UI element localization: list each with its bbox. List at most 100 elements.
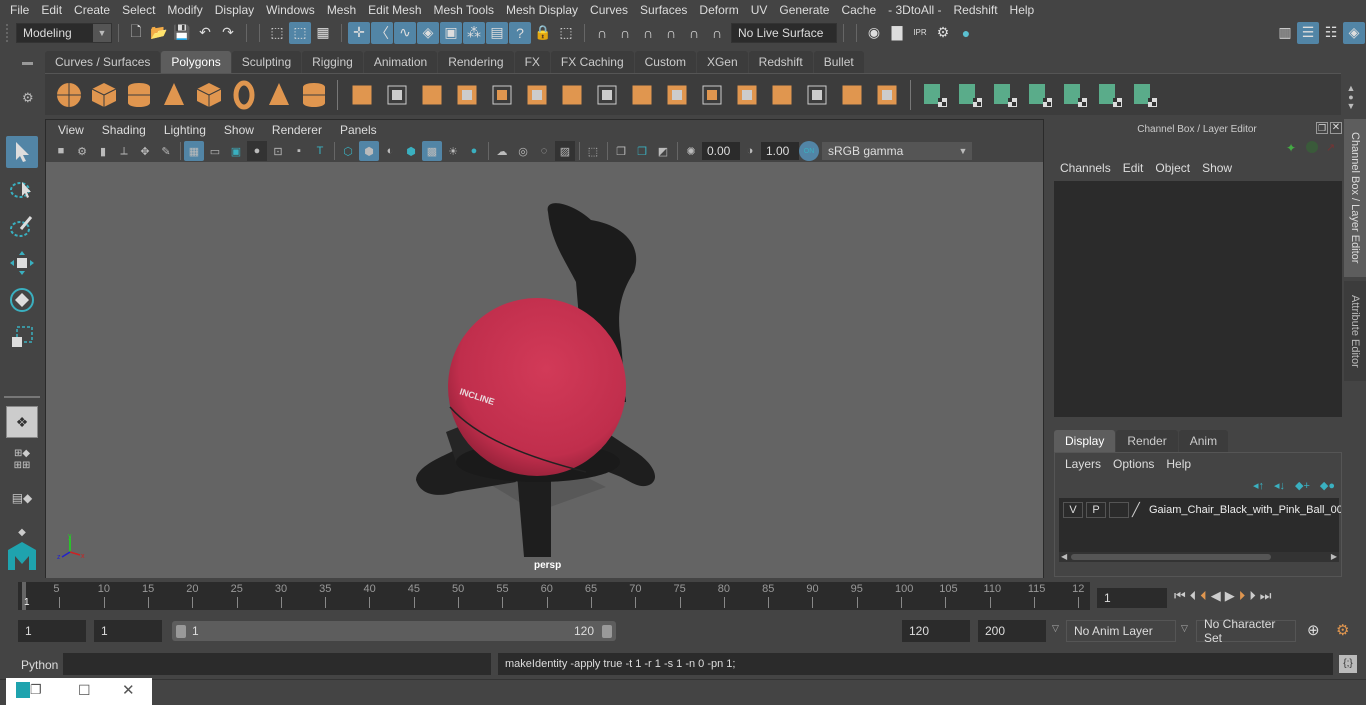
smooth-icon[interactable] [452, 80, 482, 110]
menu-mesh[interactable]: Mesh [321, 3, 362, 17]
range-end-handle[interactable] [602, 625, 612, 638]
rotate-tool-icon[interactable] [6, 284, 38, 316]
snap-view-magnet-icon[interactable]: ∩ [660, 22, 682, 44]
resolution-gate-icon[interactable]: ▣ [226, 141, 246, 161]
layer-tab-display[interactable]: Display [1054, 430, 1116, 452]
channel-box-toggle-icon[interactable]: ◈ [1343, 21, 1365, 44]
viewport-panel[interactable]: View Shading Lighting Show Renderer Panels ■ … [45, 119, 1044, 579]
motion-blur-icon[interactable]: ◎ [513, 141, 533, 161]
viewport-menu-renderer[interactable]: Renderer [263, 123, 331, 137]
snap-grid-icon[interactable]: ✛ [348, 21, 370, 44]
select-component-icon[interactable]: ▦ [312, 22, 334, 44]
shelf-tab-custom[interactable]: Custom [634, 51, 696, 73]
snap-curve-icon[interactable]: 〈 [371, 21, 393, 44]
poly-cylinder-icon[interactable] [124, 80, 154, 110]
target-weld-icon[interactable] [872, 80, 902, 110]
channel-box-menu-channels[interactable]: Channels [1054, 161, 1117, 175]
attribute-editor-toggle-icon[interactable]: ☰ [1297, 21, 1319, 44]
viewport-menu-panels[interactable]: Panels [331, 123, 386, 137]
layer-row[interactable]: V P ╱ Gaiam_Chair_Black_with_Pink_Ball_0… [1063, 502, 1341, 518]
camera-icon[interactable]: ■ [51, 141, 71, 161]
viewport-menu-view[interactable]: View [49, 123, 93, 137]
menu-deform[interactable]: Deform [693, 3, 744, 17]
shelf-tab-sculpting[interactable]: Sculpting [231, 51, 302, 73]
gate-mask-icon[interactable]: ● [247, 141, 267, 161]
shelf-gear-icon[interactable]: ⚙ [22, 90, 34, 106]
viewport-menu-show[interactable]: Show [215, 123, 263, 137]
float-panel-icon[interactable]: ❐ [1316, 122, 1328, 134]
select-hierarchy-icon[interactable]: ⬚ [266, 22, 288, 44]
play-forwards-icon[interactable]: ▶ [1225, 588, 1235, 604]
mode-dropdown[interactable]: Modeling ▼ [16, 22, 112, 43]
tool-settings-toggle-icon[interactable]: ☷ [1320, 22, 1342, 44]
hypershade-icon[interactable]: ● [955, 22, 977, 44]
menu-mesh-tools[interactable]: Mesh Tools [428, 3, 500, 17]
paint-select-tool-icon[interactable] [6, 210, 38, 242]
snap-grid-magnet-icon[interactable]: ∩ [591, 22, 613, 44]
close-panel-icon[interactable]: ✕ [1330, 122, 1342, 134]
append-polygon-icon[interactable] [732, 80, 762, 110]
hyper-icon[interactable]: ↗ [1326, 141, 1335, 154]
xray-joints-icon[interactable]: ❐ [632, 141, 652, 161]
tab-channel-box[interactable]: Channel Box / Layer Editor [1344, 119, 1366, 277]
menu-curves[interactable]: Curves [584, 3, 634, 17]
close-icon[interactable]: ✕ [122, 681, 135, 699]
bookmark-icon[interactable]: ▮ [93, 141, 113, 161]
layer-menu-layers[interactable]: Layers [1059, 457, 1107, 471]
move-layer-up-icon[interactable]: ◂↑ [1253, 479, 1264, 492]
snap-live-magnet-icon[interactable]: ∩ [683, 22, 705, 44]
current-frame-field[interactable]: 1 [1097, 588, 1167, 608]
channel-box-menu-object[interactable]: Object [1149, 161, 1196, 175]
color-space-dropdown[interactable]: sRGB gamma ▼ [822, 142, 972, 160]
render-options-icon[interactable]: ⚙ [932, 22, 954, 44]
exposure-icon[interactable]: ✺ [681, 141, 701, 161]
safe-action-icon[interactable]: ▪ [289, 141, 309, 161]
uv-spherical-icon[interactable] [990, 80, 1020, 110]
open-scene-icon[interactable]: 📂 [148, 22, 170, 44]
multi-cut-icon[interactable] [557, 80, 587, 110]
edge-loop-icon[interactable] [837, 80, 867, 110]
menu-create[interactable]: Create [68, 3, 116, 17]
playback-start-field[interactable]: 1 [94, 620, 162, 642]
new-layer-selected-icon[interactable]: ◆● [1320, 479, 1335, 492]
range-slider[interactable]: 1 120 [172, 621, 616, 641]
restore-icon[interactable]: ❐ [30, 682, 42, 698]
bevel-icon[interactable] [662, 80, 692, 110]
shelf-tab-curves-surfaces[interactable]: Curves / Surfaces [45, 51, 161, 73]
select-object-icon[interactable]: ⬚ [289, 21, 311, 44]
fill-hole-icon[interactable] [802, 80, 832, 110]
layer-tab-render[interactable]: Render [1116, 430, 1178, 452]
xray-components-icon[interactable]: ◩ [653, 141, 673, 161]
layer-visibility-toggle[interactable]: V [1063, 502, 1083, 518]
channel-list[interactable] [1054, 181, 1342, 417]
uv-editor-icon[interactable] [1095, 80, 1125, 110]
menu-modify[interactable]: Modify [161, 3, 208, 17]
grid-icon[interactable]: ▦ [184, 141, 204, 161]
snap-curve-magnet-icon[interactable]: ∩ [614, 22, 636, 44]
color-management-toggle[interactable]: ON [799, 141, 819, 161]
textured-icon[interactable]: ▩ [422, 141, 442, 161]
poly-cube-icon[interactable] [89, 80, 119, 110]
menu-mesh-display[interactable]: Mesh Display [500, 3, 584, 17]
grip-handle[interactable] [6, 23, 10, 42]
separate-icon[interactable] [382, 80, 412, 110]
step-back-key-icon[interactable]: ⏴ [1200, 588, 1207, 604]
shelf-tab-rigging[interactable]: Rigging [302, 51, 363, 73]
channel-box-menu-show[interactable]: Show [1196, 161, 1238, 175]
field-chart-icon[interactable]: ⊡ [268, 141, 288, 161]
poly-plane-icon[interactable] [194, 80, 224, 110]
exposure-field[interactable]: 0.00 [702, 142, 740, 160]
scale-tool-icon[interactable] [6, 321, 38, 353]
select-by-type-icon[interactable]: ⁂ [463, 21, 485, 44]
chevron-down-icon[interactable]: ▽ [1181, 623, 1188, 634]
layer-display-type-toggle[interactable] [1109, 502, 1129, 518]
menu-edit-mesh[interactable]: Edit Mesh [362, 3, 427, 17]
camera-attributes-icon[interactable]: ⚙ [72, 141, 92, 161]
poly-pipe-icon[interactable] [299, 80, 329, 110]
render-current-icon[interactable]: ▇ [886, 22, 908, 44]
extract-icon[interactable] [487, 80, 517, 110]
poly-sphere-icon[interactable] [54, 80, 84, 110]
four-pane-layout-icon[interactable]: ⊞◆ ⊞⊞ [6, 444, 38, 476]
shelf-tab-animation[interactable]: Animation [363, 51, 438, 73]
go-to-start-icon[interactable]: ⏮ [1174, 588, 1186, 604]
